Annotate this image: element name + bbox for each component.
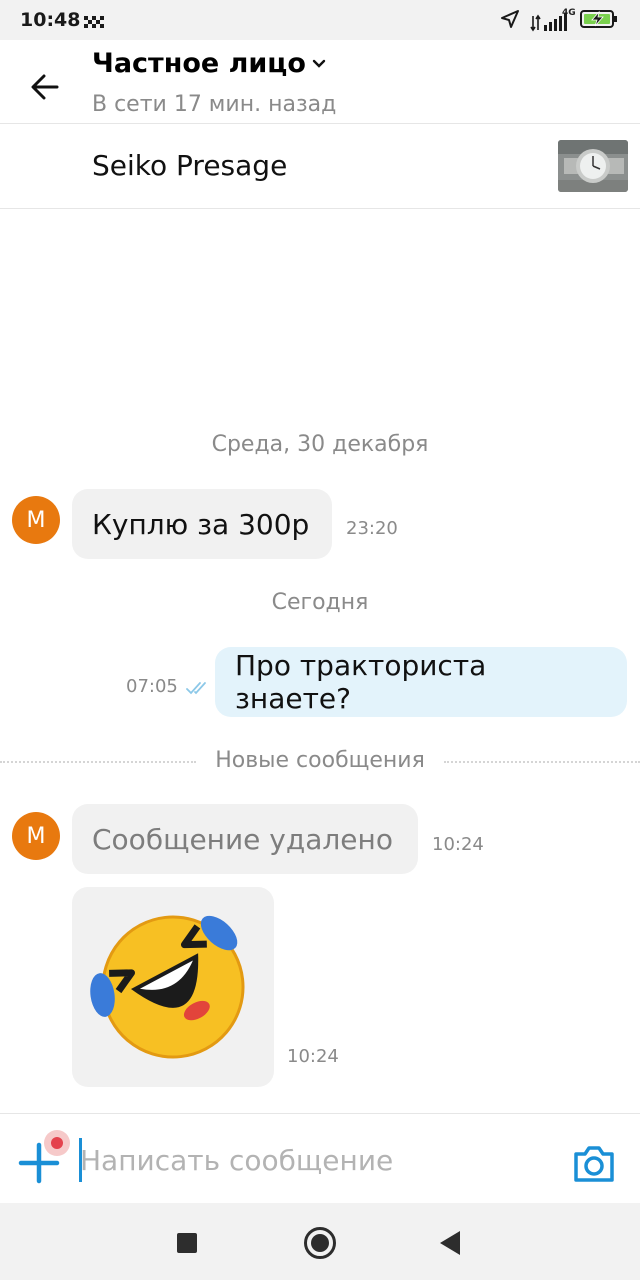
- listing-thumbnail[interactable]: [558, 140, 628, 192]
- date-separator: Среда, 30 декабря: [211, 432, 429, 457]
- status-time: 10:48: [20, 9, 81, 31]
- back-arrow-icon: [31, 74, 59, 100]
- message-bubble-incoming[interactable]: Куплю за 300р: [72, 489, 332, 559]
- battery-charging-icon: [580, 9, 618, 33]
- double-check-icon: [186, 680, 210, 699]
- divider-line: [444, 761, 640, 763]
- status-bar: 10:48 4G: [0, 0, 640, 40]
- message-bubble-outgoing[interactable]: Про тракториста знаете?: [215, 647, 627, 717]
- listing-title: Seiko Presage: [92, 149, 288, 182]
- recents-button[interactable]: [177, 1233, 197, 1253]
- sticker-message[interactable]: [72, 887, 274, 1087]
- home-button[interactable]: [304, 1227, 336, 1259]
- listing-banner[interactable]: Seiko Presage: [0, 124, 640, 209]
- contact-avatar[interactable]: M: [12, 496, 60, 544]
- camera-icon: [574, 1146, 614, 1182]
- message-time: 10:24: [432, 834, 484, 855]
- deleted-message-bubble[interactable]: Сообщение удалено: [72, 804, 418, 874]
- signal-icon: 4G: [530, 8, 576, 32]
- new-messages-divider: Новые сообщения: [0, 746, 640, 778]
- contact-avatar[interactable]: M: [12, 812, 60, 860]
- online-status: В сети 17 мин. назад: [92, 92, 337, 117]
- message-text: Сообщение удалено: [92, 822, 393, 856]
- nav-back-button[interactable]: [440, 1231, 460, 1255]
- taxi-icon: [84, 13, 104, 32]
- message-composer: [0, 1113, 640, 1203]
- message-time: 10:24: [287, 1046, 339, 1067]
- camera-button[interactable]: [572, 1144, 616, 1184]
- message-text: Про тракториста знаете?: [235, 649, 487, 715]
- chat-header: Частное лицо В сети 17 мин. назад: [0, 40, 640, 124]
- location-arrow-icon: [500, 9, 520, 33]
- message-text: Куплю за 300р: [92, 507, 310, 541]
- contact-name: Частное лицо: [92, 48, 306, 79]
- notification-dot: [44, 1130, 70, 1156]
- message-time: 07:05: [126, 676, 178, 697]
- message-time: 23:20: [346, 518, 398, 539]
- date-separator: Сегодня: [271, 590, 369, 615]
- message-input[interactable]: [80, 1134, 540, 1186]
- contact-name-dropdown[interactable]: Частное лицо: [92, 48, 326, 79]
- back-button[interactable]: [22, 64, 68, 110]
- rolling-laughing-emoji-icon: [90, 915, 245, 1059]
- system-nav-bar: [0, 1203, 640, 1280]
- chevron-down-icon: [312, 59, 326, 68]
